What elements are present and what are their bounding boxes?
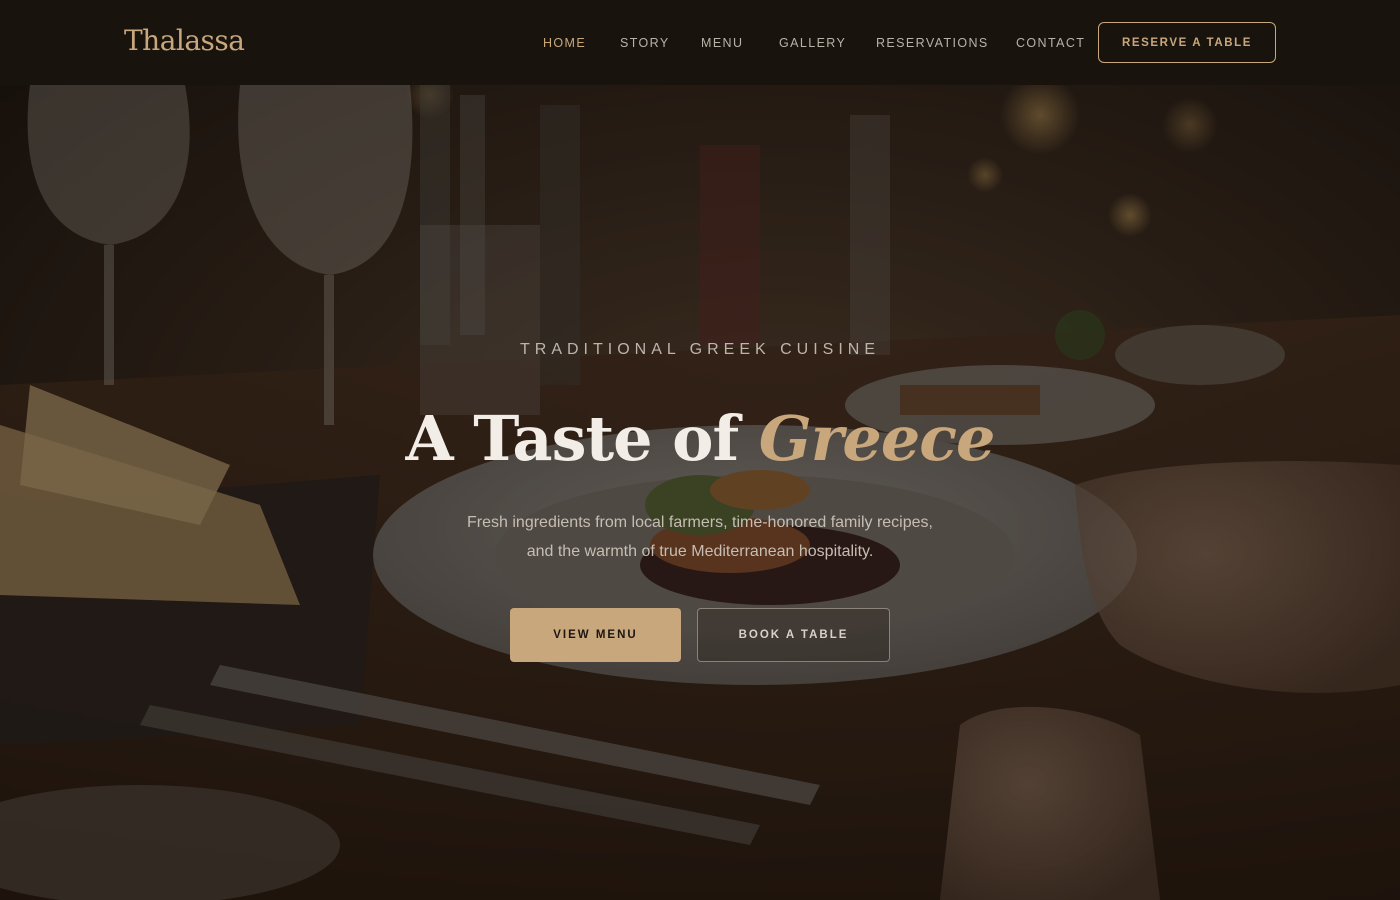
view-menu-button[interactable]: VIEW MENU: [510, 608, 681, 662]
nav-gallery[interactable]: GALLERY: [779, 36, 846, 50]
nav-menu[interactable]: MENU: [701, 36, 743, 50]
hero-title-main: A Taste of: [405, 402, 740, 475]
nav-story[interactable]: STORY: [620, 36, 670, 50]
hero-overlay: [0, 85, 1400, 900]
hero-subtitle-line1: Fresh ingredients from local farmers, ti…: [467, 514, 933, 531]
site-header: Thalassa HOME STORY MENU GALLERY RESERVA…: [0, 0, 1400, 85]
hero-title-accent: Greece: [758, 402, 996, 475]
hero-title: A Taste of Greece: [0, 402, 1400, 475]
hero-subtitle: Fresh ingredients from local farmers, ti…: [400, 508, 1000, 566]
nav-contact[interactable]: CONTACT: [1016, 36, 1085, 50]
nav-reservations[interactable]: RESERVATIONS: [876, 36, 989, 50]
nav-home[interactable]: HOME: [543, 36, 586, 50]
reserve-table-button[interactable]: RESERVE A TABLE: [1098, 22, 1276, 63]
hero-section: TRADITIONAL GREEK CUISINE A Taste of Gre…: [0, 85, 1400, 900]
hero-eyebrow: TRADITIONAL GREEK CUISINE: [520, 341, 880, 358]
book-table-button[interactable]: BOOK A TABLE: [697, 608, 890, 662]
hero-subtitle-line2: and the warmth of true Mediterranean hos…: [526, 543, 874, 560]
